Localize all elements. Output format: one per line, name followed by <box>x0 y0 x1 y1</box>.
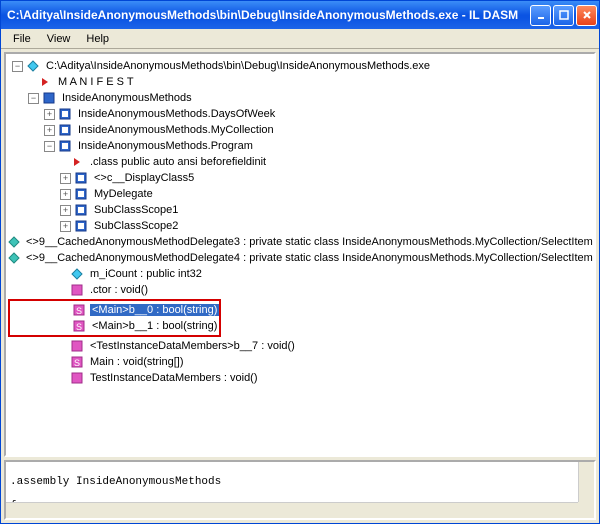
assembly-icon <box>26 59 40 73</box>
nestedclass-icon <box>74 171 88 185</box>
tree-type-mycollection[interactable]: + InsideAnonymousMethods.MyCollection <box>8 122 592 138</box>
tree-testinst-b7[interactable]: <TestInstanceDataMembers>b__7 : void() <box>8 338 592 354</box>
menu-view[interactable]: View <box>39 31 79 47</box>
tree-label: InsideAnonymousMethods.DaysOfWeek <box>76 108 277 120</box>
tree-label: M A N I F E S T <box>56 76 136 88</box>
tree-main-b0[interactable]: S <Main>b__0 : bool(string) <box>10 302 219 318</box>
class-icon <box>58 107 72 121</box>
tree-class-decl[interactable]: .class public auto ansi beforefieldinit <box>8 154 592 170</box>
scroll-corner <box>578 502 594 518</box>
status-line: .assembly InsideAnonymousMethods <box>10 476 590 488</box>
window-buttons <box>530 5 597 26</box>
expand-icon[interactable]: + <box>60 205 71 216</box>
expand-icon[interactable]: + <box>44 109 55 120</box>
tree-type-program[interactable]: − InsideAnonymousMethods.Program <box>8 138 592 154</box>
tree-view[interactable]: − C:\Aditya\InsideAnonymousMethods\bin\D… <box>4 52 596 457</box>
maximize-button[interactable] <box>553 5 574 26</box>
menubar: File View Help <box>1 29 599 49</box>
static-method-icon: S <box>70 355 84 369</box>
tree-m-icount[interactable]: m_iCount : public int32 <box>8 266 592 282</box>
horizontal-scrollbar[interactable] <box>6 502 578 518</box>
tree-label: <Main>b__0 : bool(string) <box>90 304 219 316</box>
method-icon <box>70 339 84 353</box>
nestedclass-icon <box>74 219 88 233</box>
tree-label: SubClassScope2 <box>92 220 180 232</box>
expand-icon[interactable]: + <box>60 221 71 232</box>
minimize-button[interactable] <box>530 5 551 26</box>
class-icon <box>58 123 72 137</box>
classdecl-icon <box>70 155 84 169</box>
static-method-icon: S <box>72 319 86 333</box>
tree-main[interactable]: S Main : void(string[]) <box>8 354 592 370</box>
tree-label: <Main>b__1 : bool(string) <box>90 320 219 332</box>
field-icon <box>70 267 84 281</box>
manifest-icon <box>38 75 52 89</box>
tree-displayclass[interactable]: + <>c__DisplayClass5 <box>8 170 592 186</box>
method-icon <box>70 371 84 385</box>
collapse-icon[interactable]: − <box>44 141 55 152</box>
expand-icon[interactable]: + <box>60 173 71 184</box>
tree-label: m_iCount : public int32 <box>88 268 204 280</box>
tree-label: C:\Aditya\InsideAnonymousMethods\bin\Deb… <box>44 60 432 72</box>
tree-label: .class public auto ansi beforefieldinit <box>88 156 268 168</box>
tree-main-b1[interactable]: S <Main>b__1 : bool(string) <box>10 318 219 334</box>
tree-manifest[interactable]: M A N I F E S T <box>8 74 592 90</box>
status-pane: .assembly InsideAnonymousMethods { .ver … <box>4 460 596 520</box>
tree-label: SubClassScope1 <box>92 204 180 216</box>
tree-type-daysofweek[interactable]: + InsideAnonymousMethods.DaysOfWeek <box>8 106 592 122</box>
collapse-icon[interactable]: − <box>12 61 23 72</box>
tree-label: InsideAnonymousMethods.Program <box>76 140 255 152</box>
tree-label: TestInstanceDataMembers : void() <box>88 372 260 384</box>
tree-testinst[interactable]: TestInstanceDataMembers : void() <box>8 370 592 386</box>
namespace-icon <box>42 91 56 105</box>
menu-file[interactable]: File <box>5 31 39 47</box>
tree-namespace[interactable]: − InsideAnonymousMethods <box>8 90 592 106</box>
tree-subclass2[interactable]: + SubClassScope2 <box>8 218 592 234</box>
tree-subclass1[interactable]: + SubClassScope1 <box>8 202 592 218</box>
static-method-icon: S <box>72 303 86 317</box>
method-icon <box>70 283 84 297</box>
tree-label: InsideAnonymousMethods.MyCollection <box>76 124 276 136</box>
svg-text:S: S <box>76 306 82 316</box>
tree-label: <TestInstanceDataMembers>b__7 : void() <box>88 340 297 352</box>
svg-text:S: S <box>74 358 80 368</box>
staticfield-icon <box>8 235 20 249</box>
class-icon <box>58 139 72 153</box>
menu-help[interactable]: Help <box>78 31 117 47</box>
tree-label: Main : void(string[]) <box>88 356 186 368</box>
nestedclass-icon <box>74 187 88 201</box>
titlebar: C:\Aditya\InsideAnonymousMethods\bin\Deb… <box>1 1 599 29</box>
window-title: C:\Aditya\InsideAnonymousMethods\bin\Deb… <box>7 8 530 22</box>
collapse-icon[interactable]: − <box>28 93 39 104</box>
tree-label: <>9__CachedAnonymousMethodDelegate4 : pr… <box>24 252 595 264</box>
close-button[interactable] <box>576 5 597 26</box>
expand-icon[interactable]: + <box>44 125 55 136</box>
tree-label: .ctor : void() <box>88 284 150 296</box>
nestedclass-icon <box>74 203 88 217</box>
tree-cached4[interactable]: <>9__CachedAnonymousMethodDelegate4 : pr… <box>8 250 592 266</box>
tree-label: MyDelegate <box>92 188 155 200</box>
tree-cached3[interactable]: <>9__CachedAnonymousMethodDelegate3 : pr… <box>8 234 592 250</box>
tree-label: <>c__DisplayClass5 <box>92 172 196 184</box>
ildasm-window: C:\Aditya\InsideAnonymousMethods\bin\Deb… <box>0 0 600 524</box>
tree-mydelegate[interactable]: + MyDelegate <box>8 186 592 202</box>
highlight-box: S <Main>b__0 : bool(string) S <Main>b__1… <box>8 299 221 337</box>
tree-root[interactable]: − C:\Aditya\InsideAnonymousMethods\bin\D… <box>8 58 592 74</box>
tree-ctor[interactable]: .ctor : void() <box>8 282 592 298</box>
staticfield-icon <box>8 251 20 265</box>
svg-text:S: S <box>76 322 82 332</box>
tree-label: <>9__CachedAnonymousMethodDelegate3 : pr… <box>24 236 595 248</box>
expand-icon[interactable]: + <box>60 189 71 200</box>
tree-label: InsideAnonymousMethods <box>60 92 194 104</box>
